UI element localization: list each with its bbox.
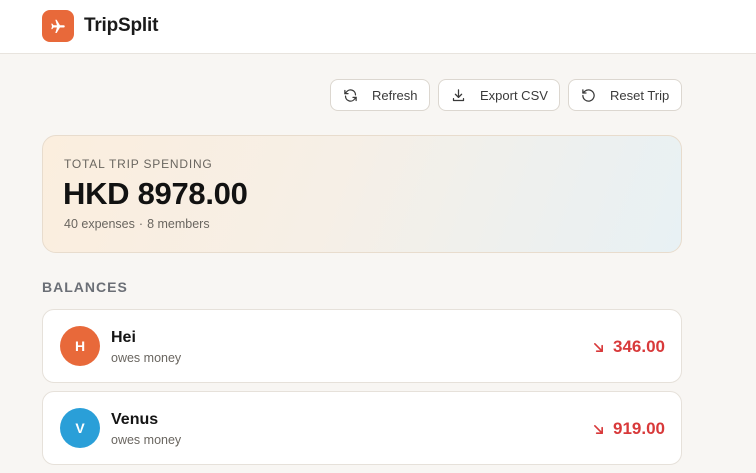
reset-trip-button[interactable]: Reset Trip [568,79,682,111]
total-spending: HKD 8978.00 [63,176,248,211]
avatar: H [60,326,100,366]
balance-card[interactable]: H Hei owes money 346.00 [42,309,682,383]
meta-separator: · [138,217,144,231]
app-name: TripSplit [84,15,159,36]
app-logo[interactable] [42,10,74,42]
member-name: Hei [111,329,136,346]
balance-status: owes money [111,433,182,447]
download-icon [452,88,465,101]
refresh-icon [344,88,357,102]
member-count: 8 members [147,217,210,231]
expense-count: 40 expenses [64,217,135,231]
balance-card[interactable]: V Venus owes money 919.00 [42,391,682,465]
amount-value: 919.00 [613,419,665,438]
plane-icon [51,19,65,34]
arrow-down-right-icon [594,342,603,352]
export-csv-label: Export CSV [480,87,548,103]
refresh-label: Refresh [372,87,418,103]
avatar: V [60,408,100,448]
trip-summary-card: TOTAL TRIP SPENDING HKD 8978.00 40 expen… [42,135,682,253]
summary-label: TOTAL TRIP SPENDING [64,157,213,171]
summary-meta: 40 expenses · 8 members [64,217,210,231]
amount-value: 346.00 [613,337,665,356]
reset-icon [582,88,595,102]
refresh-button[interactable]: Refresh [330,79,430,111]
balance-status: owes money [111,351,182,365]
arrow-down-right-icon [594,424,603,434]
member-name: Venus [111,411,159,428]
top-bar: TripSplit [0,0,756,54]
export-csv-button[interactable]: Export CSV [438,79,560,111]
reset-trip-label: Reset Trip [610,87,670,103]
balance-amount: 346.00 [593,337,665,357]
balances-heading: BALANCES [42,279,128,295]
balance-amount: 919.00 [593,419,665,439]
